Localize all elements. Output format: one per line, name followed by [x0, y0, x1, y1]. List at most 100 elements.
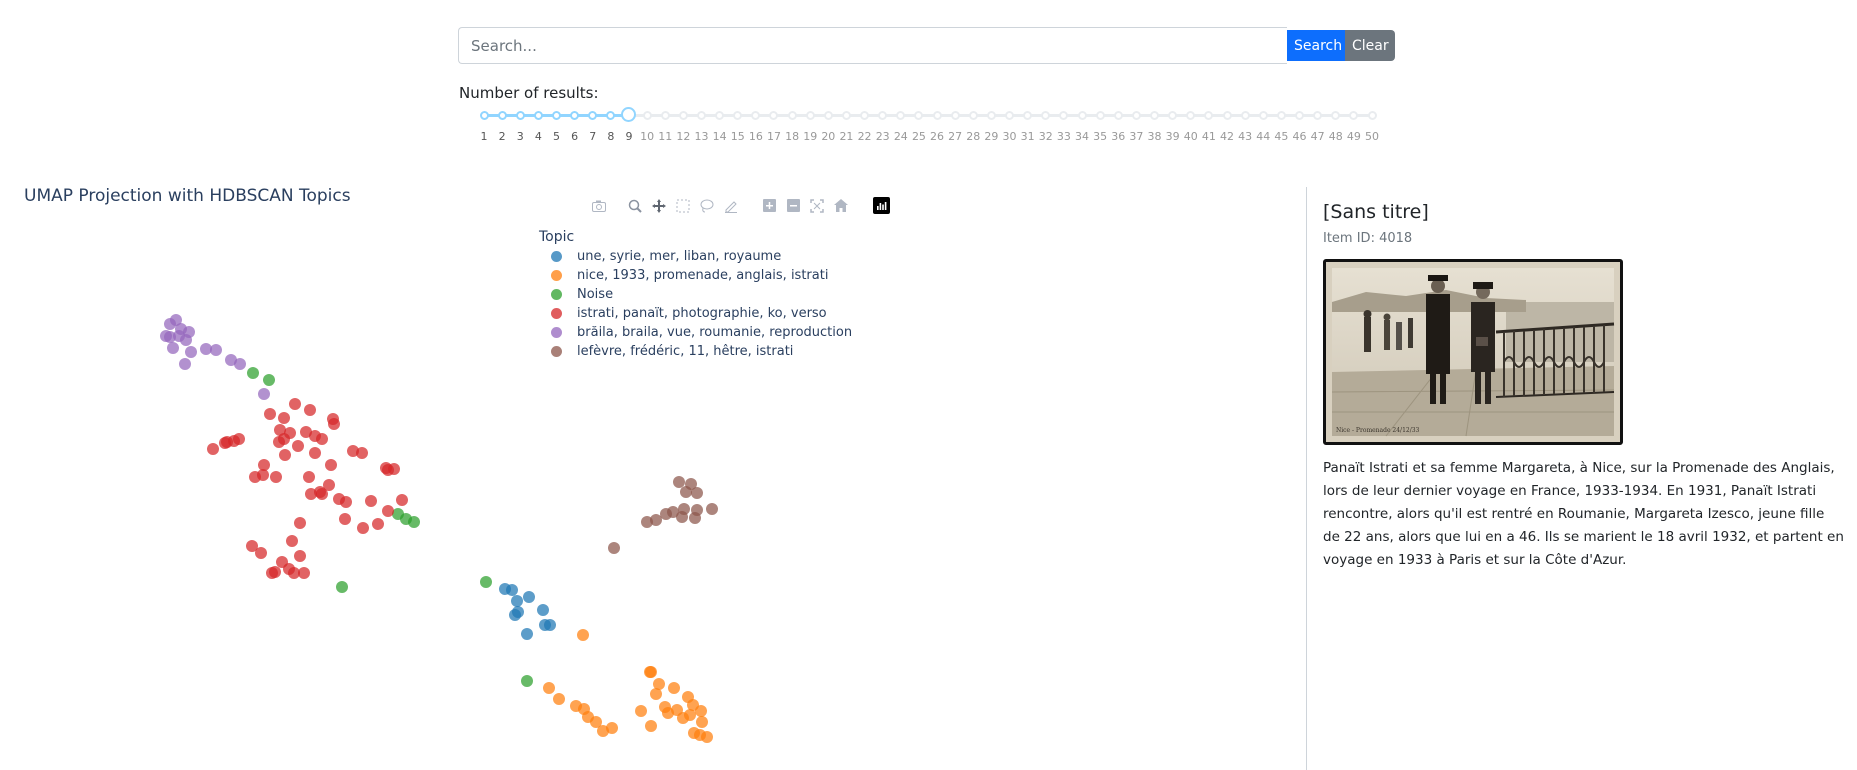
scatter-point[interactable] — [289, 398, 301, 410]
scatter-point[interactable] — [357, 522, 369, 534]
scatter-point[interactable] — [480, 576, 492, 588]
slider-mark-label[interactable]: 47 — [1311, 130, 1325, 143]
slider-mark-label[interactable]: 21 — [839, 130, 853, 143]
slider-handle[interactable] — [621, 107, 637, 122]
scatter-point[interactable] — [521, 628, 533, 640]
slider-mark-label[interactable]: 16 — [749, 130, 763, 143]
scatter-point[interactable] — [294, 550, 306, 562]
slider-dot[interactable] — [715, 111, 725, 120]
slider-mark-label[interactable]: 44 — [1256, 130, 1270, 143]
slider-mark-label[interactable]: 1 — [481, 130, 488, 143]
slider-dot[interactable] — [1331, 111, 1341, 120]
scatter-point[interactable] — [210, 344, 222, 356]
scatter-point[interactable] — [292, 440, 304, 452]
scatter-point[interactable] — [372, 518, 384, 530]
search-button[interactable]: Search — [1287, 30, 1345, 61]
scatter-point[interactable] — [544, 619, 556, 631]
slider-dot[interactable] — [497, 111, 507, 120]
slider-mark-label[interactable]: 33 — [1057, 130, 1071, 143]
slider-mark-label[interactable]: 15 — [731, 130, 745, 143]
scatter-point[interactable] — [270, 471, 282, 483]
scatter-point[interactable] — [340, 496, 352, 508]
slider-dot[interactable] — [914, 111, 924, 120]
slider-dot[interactable] — [533, 111, 543, 120]
slider-mark-label[interactable]: 41 — [1202, 130, 1216, 143]
slider-dot[interactable] — [1313, 111, 1323, 120]
slider-dot[interactable] — [950, 111, 960, 120]
scatter-point[interactable] — [408, 516, 420, 528]
slider-mark-label[interactable]: 42 — [1220, 130, 1234, 143]
slider-mark-label[interactable]: 28 — [966, 130, 980, 143]
slider-mark-label[interactable]: 7 — [589, 130, 596, 143]
scatter-point[interactable] — [325, 459, 337, 471]
scatter-point[interactable] — [668, 682, 680, 694]
scatter-point[interactable] — [305, 488, 317, 500]
scatter-point[interactable] — [185, 346, 197, 358]
slider-dot[interactable] — [769, 111, 779, 120]
scatter-point[interactable] — [691, 487, 703, 499]
slider-dot[interactable] — [515, 111, 525, 120]
scatter-point[interactable] — [347, 445, 359, 457]
slider-mark-label[interactable]: 25 — [912, 130, 926, 143]
slider-mark-label[interactable]: 22 — [858, 130, 872, 143]
slider-dot[interactable] — [1295, 111, 1304, 120]
slider-mark-label[interactable]: 45 — [1274, 130, 1288, 143]
slider-dot[interactable] — [733, 111, 743, 120]
slider-mark-label[interactable]: 50 — [1365, 130, 1379, 143]
slider-mark-label[interactable]: 20 — [821, 130, 835, 143]
scatter-point[interactable] — [396, 494, 408, 506]
slider-mark-label[interactable]: 38 — [1148, 130, 1162, 143]
slider-mark-label[interactable]: 46 — [1293, 130, 1307, 143]
slider-mark-label[interactable]: 36 — [1111, 130, 1125, 143]
scatter-point[interactable] — [234, 358, 246, 370]
slider-dot[interactable] — [1349, 111, 1359, 120]
scatter-point[interactable] — [303, 471, 315, 483]
slider-mark-label[interactable]: 6 — [571, 130, 578, 143]
slider-mark-label[interactable]: 27 — [948, 130, 962, 143]
slider-dot[interactable] — [805, 111, 815, 120]
slider-dot[interactable] — [841, 111, 851, 120]
scatter-point[interactable] — [339, 513, 351, 525]
scatter-point[interactable] — [167, 342, 179, 354]
scatter-point[interactable] — [689, 512, 701, 524]
scatter-point[interactable] — [316, 433, 328, 445]
slider-dot[interactable] — [1222, 111, 1232, 120]
slider-dot[interactable] — [823, 111, 833, 120]
scatter-point[interactable] — [523, 591, 535, 603]
scatter-point[interactable] — [255, 547, 267, 559]
slider-dot[interactable] — [1258, 111, 1268, 120]
slider-dot[interactable] — [878, 111, 888, 120]
scatter-point[interactable] — [521, 675, 533, 687]
slider-mark-label[interactable]: 32 — [1039, 130, 1053, 143]
slider-dot[interactable] — [696, 111, 706, 120]
scatter-point[interactable] — [650, 688, 662, 700]
slider-mark-label[interactable]: 29 — [984, 130, 998, 143]
scatter-point[interactable] — [316, 488, 328, 500]
slider-dot[interactable] — [1276, 111, 1286, 120]
slider-dot[interactable] — [1150, 111, 1160, 120]
slider-dot[interactable] — [642, 111, 652, 120]
slider-mark-label[interactable]: 40 — [1184, 130, 1198, 143]
slider-mark-label[interactable]: 37 — [1129, 130, 1143, 143]
slider-dot[interactable] — [1240, 111, 1250, 120]
slider-dot[interactable] — [932, 111, 942, 120]
scatter-point[interactable] — [180, 334, 192, 346]
scatter-point[interactable] — [641, 516, 653, 528]
number-of-results-slider[interactable]: 1 2 3 4 5 6 7 8 9 10 11 12 13 14 15 16 17 18 19 20 21 22 23 24 2… — [479, 107, 1379, 148]
slider-dot[interactable] — [588, 111, 598, 120]
slider-mark-label[interactable]: 10 — [640, 130, 654, 143]
slider-mark-label[interactable]: 43 — [1238, 130, 1252, 143]
scatter-point[interactable] — [278, 412, 290, 424]
slider-dot[interactable] — [606, 111, 616, 120]
slider-mark-label[interactable]: 17 — [767, 130, 781, 143]
scatter-point[interactable] — [635, 705, 647, 717]
slider-dot[interactable] — [896, 111, 906, 120]
slider-dot[interactable] — [1131, 111, 1141, 120]
slider-mark-label[interactable]: 2 — [499, 130, 506, 143]
scatter-point[interactable] — [298, 567, 310, 579]
slider-dot[interactable] — [1168, 111, 1178, 120]
slider-mark-label[interactable]: 11 — [658, 130, 672, 143]
slider-dot[interactable] — [1023, 111, 1033, 120]
slider-mark-label[interactable]: 12 — [676, 130, 690, 143]
slider-mark-label[interactable]: 3 — [517, 130, 524, 143]
